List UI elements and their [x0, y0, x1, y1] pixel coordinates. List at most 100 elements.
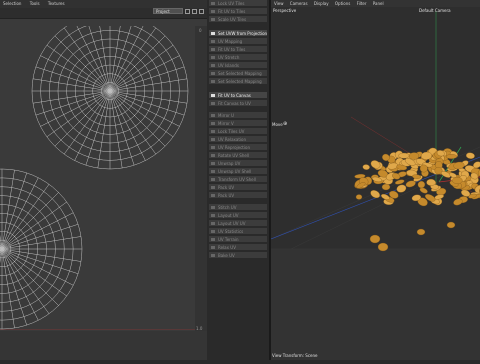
command-icon [211, 48, 215, 51]
expand-icon[interactable] [199, 9, 204, 14]
view-transform-label: View Transform: Scene [272, 353, 318, 358]
uv-command-item[interactable]: Unwrap UV Shell [209, 168, 267, 175]
command-icon [211, 56, 215, 59]
uv-command-item[interactable]: Mirror V [209, 120, 267, 127]
uv-command-item[interactable]: Mirror U [209, 112, 267, 119]
command-icon [211, 102, 215, 105]
vp-menu-options[interactable]: Options [335, 0, 350, 7]
vp-menu-display[interactable]: Display [314, 0, 329, 7]
layout-icon[interactable] [185, 9, 190, 14]
uv-command-label: UV Reprojection [218, 145, 250, 150]
command-icon [211, 32, 215, 35]
uv-command-item[interactable]: Set Selected Mapping [209, 70, 267, 77]
uv-command-item[interactable]: UV Mapping [209, 38, 267, 45]
uv-command-item[interactable]: Rotate UV Shell [209, 152, 267, 159]
command-icon [211, 18, 215, 21]
uv-ruler-vertical: 0 1.0 [195, 26, 207, 331]
command-icon [211, 122, 215, 125]
uv-command-item[interactable]: Fit UV to Tiles [209, 46, 267, 53]
uv-editor-panel: Selection Tools Textures Project 0 1.0 [0, 0, 207, 360]
command-icon [211, 162, 215, 165]
menu-tools[interactable]: Tools [30, 0, 40, 8]
uv-command-item[interactable]: Lock Tiles UV [209, 128, 267, 135]
uv-command-item[interactable]: Transform UV Shell [209, 176, 267, 183]
uv-command-label: Lock Tiles UV [218, 129, 245, 134]
uv-command-label: Rotate UV Shell [218, 153, 250, 158]
command-icon [211, 154, 215, 157]
uv-command-label: UV Terrain [218, 237, 239, 242]
uv-command-label: Transform UV Shell [218, 177, 256, 182]
uv-command-item[interactable]: Unwrap UV [209, 160, 267, 167]
uv-command-label: UV Stretch [218, 55, 240, 60]
command-icon [211, 230, 215, 233]
uv-command-item[interactable]: UV Reprojection [209, 144, 267, 151]
uv-command-label: Unwrap UV [218, 161, 241, 166]
uv-command-item[interactable]: Fit UV to Tiles [209, 8, 267, 15]
uv-command-label: Layout UV [218, 213, 239, 218]
uv-commands-panel: Lock UV Tiles Fit UV to Tiles Scale UV Til… [207, 0, 269, 360]
uv-menubar: Selection Tools Textures [0, 0, 207, 8]
uv-command-item[interactable]: UV Statistics [209, 228, 267, 235]
uv-command-item[interactable]: Stitch UV [209, 204, 267, 211]
uv-command-label: Bake UV [218, 253, 235, 258]
grid-icon[interactable] [192, 9, 197, 14]
uv-command-label: UV Islands [218, 63, 239, 68]
menu-selection[interactable]: Selection [3, 0, 21, 8]
uv-command-item[interactable]: Lock UV Tiles [209, 0, 267, 7]
uv-command-label: Relax UV [218, 245, 236, 250]
uv-command-item[interactable]: Pack UV [209, 184, 267, 191]
coin [419, 164, 428, 173]
uv-command-label: Fit UV to Tiles [218, 9, 246, 14]
uv-command-item[interactable]: Pack UV [209, 192, 267, 199]
uv-command-item[interactable]: Layout UV UV [209, 220, 267, 227]
uv-command-label: UV Mapping [218, 39, 243, 44]
uv-toolbar: Project [0, 8, 207, 19]
command-icon [211, 170, 215, 173]
command-icon [211, 138, 215, 141]
uv-command-label: Fit UV to Tiles [218, 47, 246, 52]
uv-command-label: Stitch UV [218, 205, 237, 210]
uv-command-label: Fit Canvas to UV [218, 101, 251, 106]
coin [355, 194, 363, 200]
menu-textures[interactable]: Textures [48, 0, 65, 8]
command-icon [211, 214, 215, 217]
coin [452, 177, 463, 184]
uv-command-label: Pack UV [218, 193, 235, 198]
vp-menu-filter[interactable]: Filter [357, 0, 367, 7]
coin [445, 154, 458, 159]
viewport-panel: View Cameras Display Options Filter Pane… [270, 0, 480, 360]
command-icon [211, 10, 215, 13]
viewport-menubar: View Cameras Display Options Filter Pane… [271, 0, 480, 7]
uv-command-item[interactable]: Set Selected Mapping [209, 78, 267, 85]
uv-command-item[interactable]: Layout UV [209, 212, 267, 219]
coin [398, 152, 410, 159]
viewport-3d[interactable]: Perspective Default Camera Move ⊕ View T… [270, 7, 480, 360]
coin [446, 221, 456, 229]
move-icon[interactable]: ⊕ [283, 121, 287, 127]
uv-canvas[interactable] [0, 12, 195, 331]
coin [369, 234, 381, 244]
uv-command-item[interactable]: Bake UV [209, 252, 267, 259]
uv-command-label: Lock UV Tiles [218, 1, 245, 6]
uv-command-item[interactable]: Fit UV to Canvas [209, 92, 267, 99]
uv-command-label: Layout UV UV [218, 221, 246, 226]
uv-command-item[interactable]: Set UVW from Projection [209, 30, 267, 37]
command-icon [211, 80, 215, 83]
command-icon [211, 114, 215, 117]
uv-command-item[interactable]: UV Islands [209, 62, 267, 69]
uv-command-item[interactable]: Fit Canvas to UV [209, 100, 267, 107]
project-select[interactable]: Project [153, 8, 183, 14]
command-icon [211, 222, 215, 225]
uv-command-item[interactable]: UV Relaxation [209, 136, 267, 143]
uv-command-label: Scale UV Tiles [218, 17, 247, 22]
uv-command-label: UV Statistics [218, 229, 244, 234]
uv-command-item[interactable]: Relax UV [209, 244, 267, 251]
vp-menu-cameras[interactable]: Cameras [290, 0, 308, 7]
command-icon [211, 146, 215, 149]
uv-command-item[interactable]: UV Terrain [209, 236, 267, 243]
uv-command-item[interactable]: UV Stretch [209, 54, 267, 61]
uv-command-label: UV Relaxation [218, 137, 247, 142]
vp-menu-panel[interactable]: Panel [373, 0, 384, 7]
uv-command-item[interactable]: Scale UV Tiles [209, 16, 267, 23]
vp-menu-view[interactable]: View [274, 0, 284, 7]
